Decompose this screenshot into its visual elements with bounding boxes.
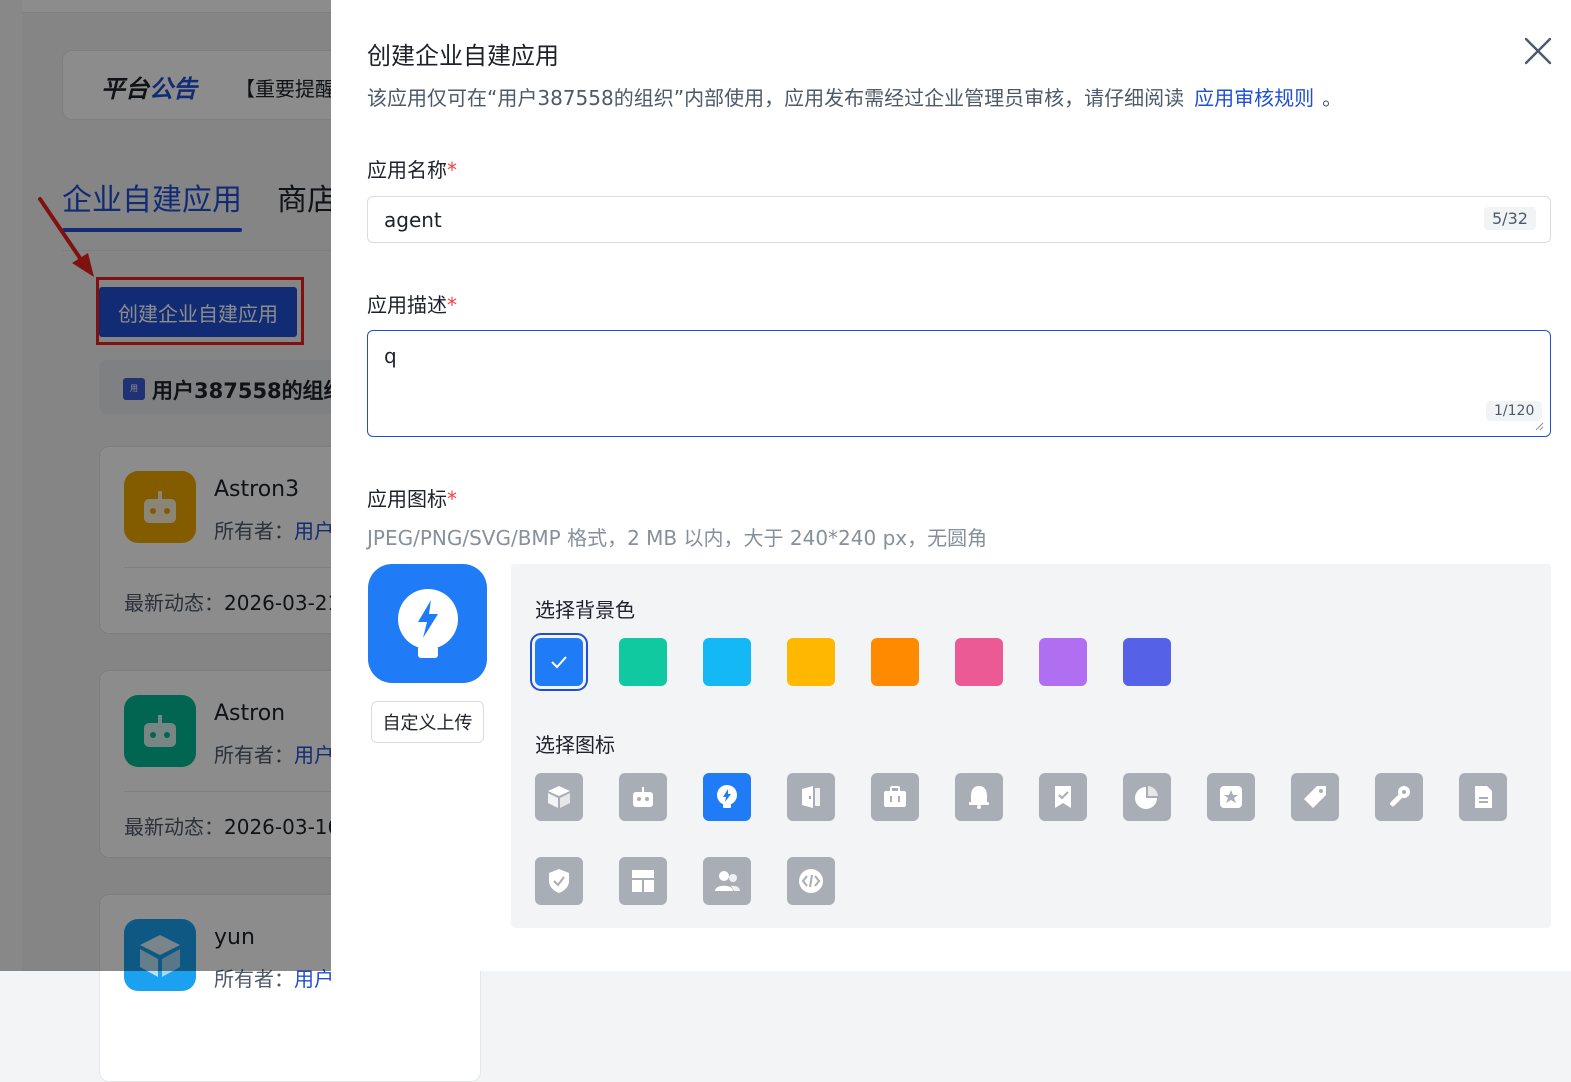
icon-select-title: 选择图标 xyxy=(535,733,615,757)
app-description-label: 应用描述* xyxy=(367,293,457,317)
color-swatch-yellow[interactable] xyxy=(787,638,835,686)
check-icon xyxy=(551,656,567,669)
icon-picker-panel: 选择背景色 选择图标 xyxy=(511,564,1551,928)
create-app-drawer: 创建企业自建应用 该应用仅可在“用户387558的组织”内部使用，应用发布需经过… xyxy=(331,0,1571,971)
drawer-title: 创建企业自建应用 xyxy=(367,42,559,70)
bg-color-title: 选择背景色 xyxy=(535,598,635,622)
close-icon[interactable] xyxy=(1521,34,1555,68)
color-swatch-orange[interactable] xyxy=(871,638,919,686)
resize-handle-icon[interactable] xyxy=(1534,421,1544,431)
color-swatch-indigo[interactable] xyxy=(1123,638,1171,686)
app-name-value: agent xyxy=(384,208,442,232)
app-icon-hint: JPEG/PNG/SVG/BMP 格式，2 MB 以内，大于 240*240 p… xyxy=(367,526,988,550)
drawer-description: 该应用仅可在“用户387558的组织”内部使用，应用发布需经过企业管理员审核，请… xyxy=(367,86,1343,110)
app-name-counter: 5/32 xyxy=(1484,207,1536,230)
users-icon[interactable] xyxy=(703,857,751,905)
color-swatch-pink[interactable] xyxy=(955,638,1003,686)
color-swatch-purple[interactable] xyxy=(1039,638,1087,686)
tag-icon[interactable] xyxy=(1291,773,1339,821)
app-name-label: 应用名称* xyxy=(367,158,457,182)
wrench-icon[interactable] xyxy=(1375,773,1423,821)
robot-icon[interactable] xyxy=(619,773,667,821)
door-icon[interactable] xyxy=(787,773,835,821)
app-description-textarea[interactable]: q 1/120 xyxy=(367,330,1551,437)
app-description-counter: 1/120 xyxy=(1486,401,1543,421)
briefcase-icon[interactable] xyxy=(871,773,919,821)
pie-chart-icon[interactable] xyxy=(1123,773,1171,821)
color-swatch-cyan[interactable] xyxy=(703,638,751,686)
app-name-input[interactable]: agent 5/32 xyxy=(367,196,1551,243)
document-icon[interactable] xyxy=(1459,773,1507,821)
bulb-icon[interactable] xyxy=(703,773,751,821)
bookmark-check-icon[interactable] xyxy=(1039,773,1087,821)
custom-upload-button[interactable]: 自定义上传 xyxy=(371,701,484,743)
bulb-icon xyxy=(368,564,487,683)
color-swatch-green[interactable] xyxy=(619,638,667,686)
app-icon-label: 应用图标* xyxy=(367,487,457,511)
code-icon[interactable] xyxy=(787,857,835,905)
color-swatch-blue[interactable] xyxy=(530,633,588,691)
bell-icon[interactable] xyxy=(955,773,1003,821)
star-badge-icon[interactable] xyxy=(1207,773,1255,821)
app-description-value: q xyxy=(384,344,397,368)
review-rules-link[interactable]: 应用审核规则 xyxy=(1194,86,1314,110)
layout-icon[interactable] xyxy=(619,857,667,905)
shield-check-icon[interactable] xyxy=(535,857,583,905)
cube-icon[interactable] xyxy=(535,773,583,821)
